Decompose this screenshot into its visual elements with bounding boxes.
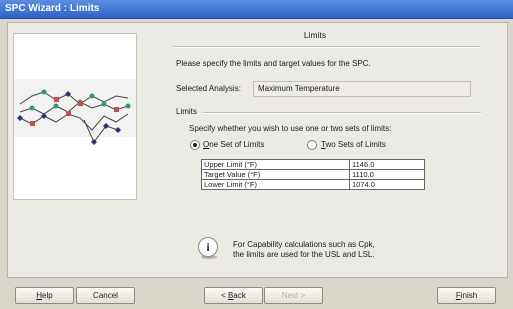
finish-label-rest: inish bbox=[460, 291, 478, 300]
header-divider bbox=[173, 46, 481, 48]
next-button[interactable]: Next > bbox=[264, 287, 323, 304]
help-button[interactable]: Help bbox=[15, 287, 74, 304]
two-sets-label-rest: wo Sets of Limits bbox=[325, 140, 386, 149]
info-icon: i bbox=[198, 237, 218, 257]
table-row: Lower Limit (°F) 1074.0 bbox=[201, 179, 425, 190]
selected-analysis-label: Selected Analysis: bbox=[176, 84, 241, 93]
limit-value[interactable]: 1146.0 bbox=[349, 159, 425, 170]
limits-table: Upper Limit (°F) 1146.0 Target Value (°F… bbox=[201, 159, 425, 190]
table-row: Upper Limit (°F) 1146.0 bbox=[201, 159, 425, 170]
help-label-rest: elp bbox=[42, 291, 53, 300]
selected-analysis-field: Maximum Temperature bbox=[253, 81, 471, 97]
selected-analysis-value: Maximum Temperature bbox=[258, 84, 340, 93]
limit-name: Lower Limit (°F) bbox=[201, 179, 350, 190]
back-label-pre: < bbox=[221, 291, 229, 300]
limit-name: Upper Limit (°F) bbox=[201, 159, 350, 170]
two-sets-label[interactable]: Two Sets of Limits bbox=[321, 140, 386, 149]
two-sets-radio[interactable] bbox=[307, 140, 317, 150]
info-line-2: the limits are used for the USL and LSL. bbox=[233, 250, 375, 259]
one-set-label-rest: ne Set of Limits bbox=[209, 140, 265, 149]
info-line-1: For Capability calculations such as Cpk, bbox=[233, 240, 375, 249]
one-set-radio[interactable] bbox=[190, 140, 200, 150]
limits-group-label: Limits bbox=[176, 107, 197, 116]
finish-button[interactable]: Finish bbox=[437, 287, 496, 304]
title-bar: SPC Wizard : Limits bbox=[0, 0, 513, 19]
page-title: Limits bbox=[303, 30, 327, 40]
table-row: Target Value (°F) 1110.0 bbox=[201, 169, 425, 180]
one-set-label[interactable]: One Set of Limits bbox=[203, 140, 264, 149]
window-title: SPC Wizard : Limits bbox=[5, 3, 100, 14]
limit-value[interactable]: 1074.0 bbox=[349, 179, 425, 190]
limit-value[interactable]: 1110.0 bbox=[349, 169, 425, 180]
back-button[interactable]: < Back bbox=[204, 287, 263, 304]
spc-chart-graphic bbox=[14, 79, 136, 145]
intro-text: Please specify the limits and target val… bbox=[176, 59, 371, 68]
cancel-button[interactable]: Cancel bbox=[76, 287, 135, 304]
limits-prompt: Specify whether you wish to use one or t… bbox=[189, 124, 392, 133]
limits-group-divider bbox=[203, 112, 481, 114]
limit-name: Target Value (°F) bbox=[201, 169, 350, 180]
wizard-illustration bbox=[13, 33, 137, 200]
back-label-rest: ack bbox=[233, 291, 246, 300]
